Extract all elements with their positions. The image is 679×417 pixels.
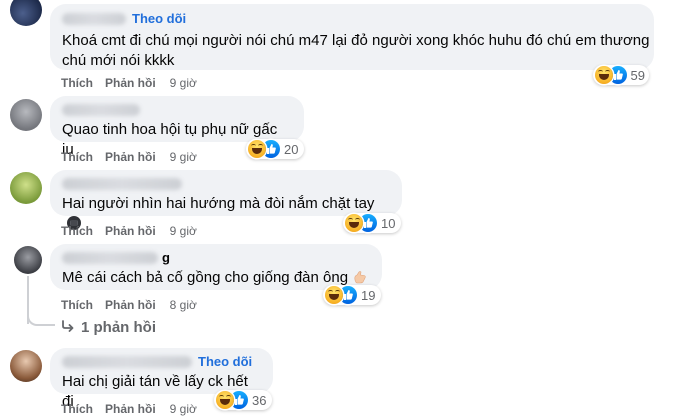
timestamp[interactable]: 9 giờ	[170, 224, 197, 238]
author-name[interactable]	[62, 252, 158, 264]
author-name[interactable]	[62, 356, 192, 368]
follow-button[interactable]: Theo dõi	[198, 354, 252, 369]
reaction-count: 10	[381, 215, 396, 231]
haha-reaction-icon	[248, 140, 266, 158]
reply-button[interactable]: Phản hồi	[105, 402, 156, 416]
author-name-row: Theo dõi	[62, 11, 642, 27]
comment-text-body: Hai người nhìn hai hướng mà đòi nắm chặt…	[62, 195, 375, 212]
author-name-row	[62, 176, 390, 192]
reply-button[interactable]: Phản hồi	[105, 298, 156, 312]
reaction-count: 59	[630, 67, 645, 83]
like-button[interactable]: Thích	[61, 298, 93, 312]
comment-bubble: g Mê cái cách bả cố gồng cho giống đàn ô…	[50, 244, 382, 290]
timestamp[interactable]: 9 giờ	[170, 150, 197, 164]
avatar[interactable]	[10, 350, 42, 382]
comment-actions: Thích Phản hồi 9 giờ	[61, 401, 197, 417]
reply-button[interactable]: Phản hồi	[105, 224, 156, 238]
reaction-count: 36	[252, 392, 267, 408]
avatar[interactable]	[10, 0, 42, 26]
comment-bubble: Hai người nhìn hai hướng mà đòi nắm chặt…	[50, 170, 402, 230]
comment-text: Mê cái cách bả cố gồng cho giống đàn ông	[62, 268, 370, 291]
reply-button[interactable]: Phản hồi	[105, 150, 156, 164]
comment-actions: Thích Phản hồi 9 giờ	[61, 75, 197, 91]
reaction-summary[interactable]: 59	[593, 65, 649, 85]
haha-reaction-icon	[325, 286, 343, 304]
like-button[interactable]: Thích	[61, 76, 93, 90]
author-name[interactable]	[62, 104, 140, 116]
like-button[interactable]: Thích	[61, 150, 93, 164]
author-name-row	[62, 102, 292, 118]
like-button[interactable]: Thích	[61, 224, 93, 238]
reaction-summary[interactable]: 36	[214, 390, 272, 410]
comment-actions: Thích Phản hồi 8 giờ	[61, 297, 197, 313]
follow-button[interactable]: Theo dõi	[132, 11, 186, 26]
haha-reaction-icon	[345, 214, 363, 232]
timestamp[interactable]: 8 giờ	[170, 298, 197, 312]
comment-bubble: Quao tinh hoa hội tụ phụ nữ gấc iu	[50, 96, 304, 158]
thread-connector	[27, 314, 55, 326]
comment-actions: Thích Phản hồi 9 giờ	[61, 149, 197, 165]
avatar[interactable]	[10, 99, 42, 131]
comment-bubble: Theo dõi Khoá cmt đi chú mọi người nói c…	[50, 4, 654, 70]
reply-arrow-icon	[61, 319, 75, 336]
timestamp[interactable]: 9 giờ	[170, 402, 197, 416]
reaction-summary[interactable]: 19	[323, 285, 381, 305]
view-replies-link[interactable]: 1 phản hồi	[61, 319, 156, 336]
haha-reaction-icon	[595, 66, 613, 84]
reply-button[interactable]: Phản hồi	[105, 76, 156, 90]
reaction-summary[interactable]: 10	[343, 213, 401, 233]
author-name[interactable]	[62, 178, 182, 190]
avatar[interactable]	[14, 246, 42, 274]
reaction-count: 19	[361, 287, 376, 303]
reaction-count: 20	[284, 141, 299, 157]
timestamp[interactable]: 9 giờ	[170, 76, 197, 90]
avatar[interactable]	[10, 172, 42, 204]
haha-reaction-icon	[216, 391, 234, 409]
author-name-row: Theo dõi	[62, 354, 261, 370]
reaction-summary[interactable]: 20	[246, 139, 304, 159]
comment-actions: Thích Phản hồi 9 giờ	[61, 223, 197, 239]
like-button[interactable]: Thích	[61, 402, 93, 416]
view-replies-label[interactable]: 1 phản hồi	[81, 319, 156, 336]
author-name-visible[interactable]: g	[162, 250, 170, 265]
author-name-row: g	[62, 250, 370, 266]
author-name[interactable]	[62, 13, 126, 25]
comment-text: Khoá cmt đi chú mọi người nói chú m47 lạ…	[62, 32, 650, 69]
comment-bubble: Theo dõi Hai chị giải tán về lấy ck hết …	[50, 348, 273, 410]
comment-text-body: Mê cái cách bả cố gồng cho giống đàn ông	[62, 269, 349, 286]
